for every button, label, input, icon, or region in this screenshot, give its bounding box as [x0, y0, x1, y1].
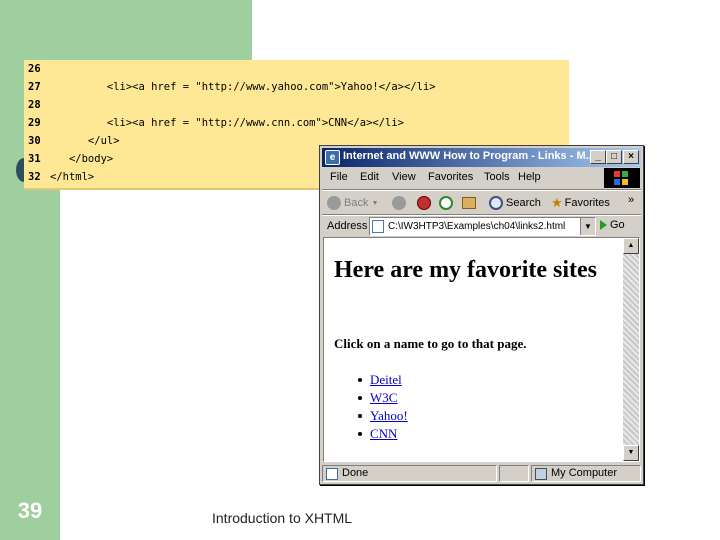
- star-icon: ★: [551, 195, 563, 210]
- status-pane: [499, 465, 529, 482]
- window-titlebar[interactable]: e Internet and WWW How to Program - Link…: [322, 148, 641, 167]
- chevron-down-icon[interactable]: ▼: [580, 218, 595, 235]
- line-number: 27: [28, 81, 41, 93]
- address-label: Address: [327, 220, 368, 232]
- line-number: 31: [28, 153, 41, 165]
- toolbar-overflow[interactable]: »: [628, 191, 634, 209]
- slide-number: 39: [17, 498, 43, 523]
- home-button[interactable]: [462, 194, 476, 212]
- code-text: <li><a href = "http://www.cnn.com">CNN</…: [50, 117, 405, 129]
- link-yahoo[interactable]: Yahoo!: [370, 408, 408, 423]
- slide-footer: Introduction to XHTML: [212, 510, 353, 526]
- link-deitel[interactable]: Deitel: [370, 372, 402, 387]
- go-arrow-icon: [600, 220, 607, 230]
- search-label: Search: [506, 197, 541, 209]
- ie-icon: e: [325, 150, 340, 165]
- zone-text: My Computer: [551, 467, 618, 479]
- code-line: 27 <li><a href = "http://www.yahoo.com">…: [24, 78, 569, 96]
- home-icon: [462, 197, 476, 209]
- menu-view[interactable]: View: [392, 171, 416, 183]
- search-icon: [489, 196, 503, 210]
- window-title: Internet and WWW How to Program - Links …: [343, 150, 593, 162]
- status-bar: Done My Computer: [322, 464, 641, 483]
- search-button[interactable]: Search: [489, 194, 541, 212]
- menu-bar: File Edit View Favorites Tools Help: [322, 168, 602, 188]
- status-pane: Done: [322, 465, 497, 482]
- page-viewport: Here are my favorite sites Click on a na…: [323, 237, 640, 462]
- code-text: </html>: [50, 171, 95, 183]
- status-text: Done: [342, 467, 369, 479]
- line-number: 26: [28, 63, 41, 75]
- menu-help[interactable]: Help: [518, 171, 541, 183]
- computer-icon: [535, 467, 547, 480]
- close-icon[interactable]: ×: [623, 150, 639, 164]
- link-cnn[interactable]: CNN: [370, 426, 397, 441]
- dropdown-arrow-icon: ▼: [371, 199, 379, 207]
- code-line: 29 <li><a href = "http://www.cnn.com">CN…: [24, 114, 569, 132]
- minimize-icon[interactable]: _: [590, 150, 606, 164]
- code-text: </body>: [50, 153, 114, 165]
- menu-tools[interactable]: Tools: [484, 171, 510, 183]
- favorites-label: Favorites: [564, 197, 610, 209]
- line-number: 32: [28, 171, 41, 183]
- browser-window: e Internet and WWW How to Program - Link…: [319, 145, 644, 485]
- line-number: 28: [28, 99, 41, 111]
- favorites-button[interactable]: ★ Favorites: [551, 194, 610, 212]
- zone-pane: My Computer: [531, 465, 641, 482]
- list-item: CNN: [358, 425, 408, 443]
- go-button[interactable]: Go: [600, 219, 625, 231]
- stop-icon: [417, 196, 431, 210]
- forward-arrow-icon: [392, 196, 406, 210]
- maximize-icon[interactable]: □: [606, 150, 622, 164]
- link-w3c[interactable]: W3C: [370, 390, 397, 405]
- line-number: 29: [28, 117, 41, 129]
- list-item: Yahoo!: [358, 407, 408, 425]
- back-button[interactable]: Back ▼: [327, 194, 378, 212]
- list-item: W3C: [358, 389, 408, 407]
- windows-logo-throbber: [604, 168, 640, 188]
- address-value: C:\IW3HTP3\Examples\ch04\links2.html: [388, 221, 566, 232]
- back-arrow-icon: [327, 196, 341, 210]
- forward-button[interactable]: [392, 194, 409, 212]
- scroll-up-icon[interactable]: ▲: [623, 238, 639, 254]
- vertical-scrollbar[interactable]: ▲ ▼: [623, 238, 639, 461]
- menu-favorites[interactable]: Favorites: [428, 171, 473, 183]
- page-icon: [372, 220, 384, 233]
- favorite-links-list: Deitel W3C Yahoo! CNN: [358, 371, 408, 443]
- standard-toolbar: Back ▼ Search ★ Favorites »: [322, 191, 641, 215]
- back-label: Back: [344, 197, 369, 209]
- page-heading: Here are my favorite sites: [334, 257, 598, 283]
- windows-flag-icon: [614, 171, 628, 185]
- list-item: Deitel: [358, 371, 408, 389]
- menu-file[interactable]: File: [330, 171, 348, 183]
- line-number: 30: [28, 135, 41, 147]
- code-text: </ul>: [50, 135, 120, 147]
- address-bar: Address C:\IW3HTP3\Examples\ch04\links2.…: [322, 215, 641, 239]
- page-paragraph: Click on a name to go to that page.: [334, 336, 527, 351]
- stop-button[interactable]: [417, 194, 434, 212]
- code-line: 26: [24, 60, 569, 78]
- scroll-down-icon[interactable]: ▼: [623, 445, 639, 461]
- refresh-icon: [439, 196, 453, 210]
- slide-top-bar: [60, 0, 252, 60]
- refresh-button[interactable]: [439, 194, 456, 212]
- page-done-icon: [326, 467, 338, 480]
- code-line: 28: [24, 96, 569, 114]
- address-input[interactable]: C:\IW3HTP3\Examples\ch04\links2.html ▼: [369, 217, 596, 236]
- menu-edit[interactable]: Edit: [360, 171, 379, 183]
- code-text: <li><a href = "http://www.yahoo.com">Yah…: [50, 81, 436, 93]
- go-label: Go: [610, 219, 625, 231]
